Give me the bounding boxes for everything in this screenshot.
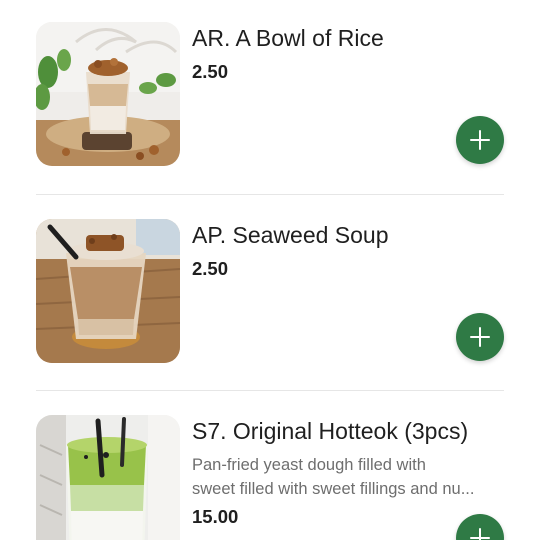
divider: [36, 194, 504, 195]
item-photo[interactable]: [36, 415, 180, 540]
menu-item[interactable]: AP. Seaweed Soup 2.50: [36, 219, 504, 363]
menu-item[interactable]: AR. A Bowl of Rice 2.50: [36, 22, 504, 166]
item-description-line: Pan-fried yeast dough filled with: [192, 456, 426, 474]
item-info: AP. Seaweed Soup 2.50: [192, 219, 504, 281]
divider: [36, 390, 504, 391]
iced-coffee-with-cookie-photo: [36, 22, 180, 166]
item-info: AR. A Bowl of Rice 2.50: [192, 22, 504, 84]
menu-item-list: AR. A Bowl of Rice 2.50 AP. Seaweed Soup…: [0, 0, 540, 540]
item-name: AR. A Bowl of Rice: [192, 25, 384, 51]
add-to-cart-button[interactable]: [456, 313, 504, 361]
menu-item[interactable]: S7. Original Hotteok (3pcs) Pan-fried ye…: [36, 415, 504, 540]
iced-latte-with-cookie-photo: [36, 219, 180, 363]
item-price: 2.50: [192, 61, 229, 82]
item-description-line: sweet filled with sweet fillings and nu.…: [192, 480, 475, 498]
item-name: AP. Seaweed Soup: [192, 222, 389, 248]
item-price: 15.00: [192, 506, 239, 527]
plus-icon: [470, 528, 490, 540]
plus-icon: [470, 130, 490, 150]
item-description: Pan-fried yeast dough filled with sweet …: [192, 453, 504, 501]
item-price: 2.50: [192, 258, 229, 279]
add-to-cart-button[interactable]: [456, 116, 504, 164]
item-photo[interactable]: [36, 22, 180, 166]
plus-icon: [470, 327, 490, 347]
matcha-latte-photo: [36, 415, 180, 540]
item-name: S7. Original Hotteok (3pcs): [192, 418, 469, 444]
item-photo[interactable]: [36, 219, 180, 363]
item-info: S7. Original Hotteok (3pcs) Pan-fried ye…: [192, 415, 504, 529]
